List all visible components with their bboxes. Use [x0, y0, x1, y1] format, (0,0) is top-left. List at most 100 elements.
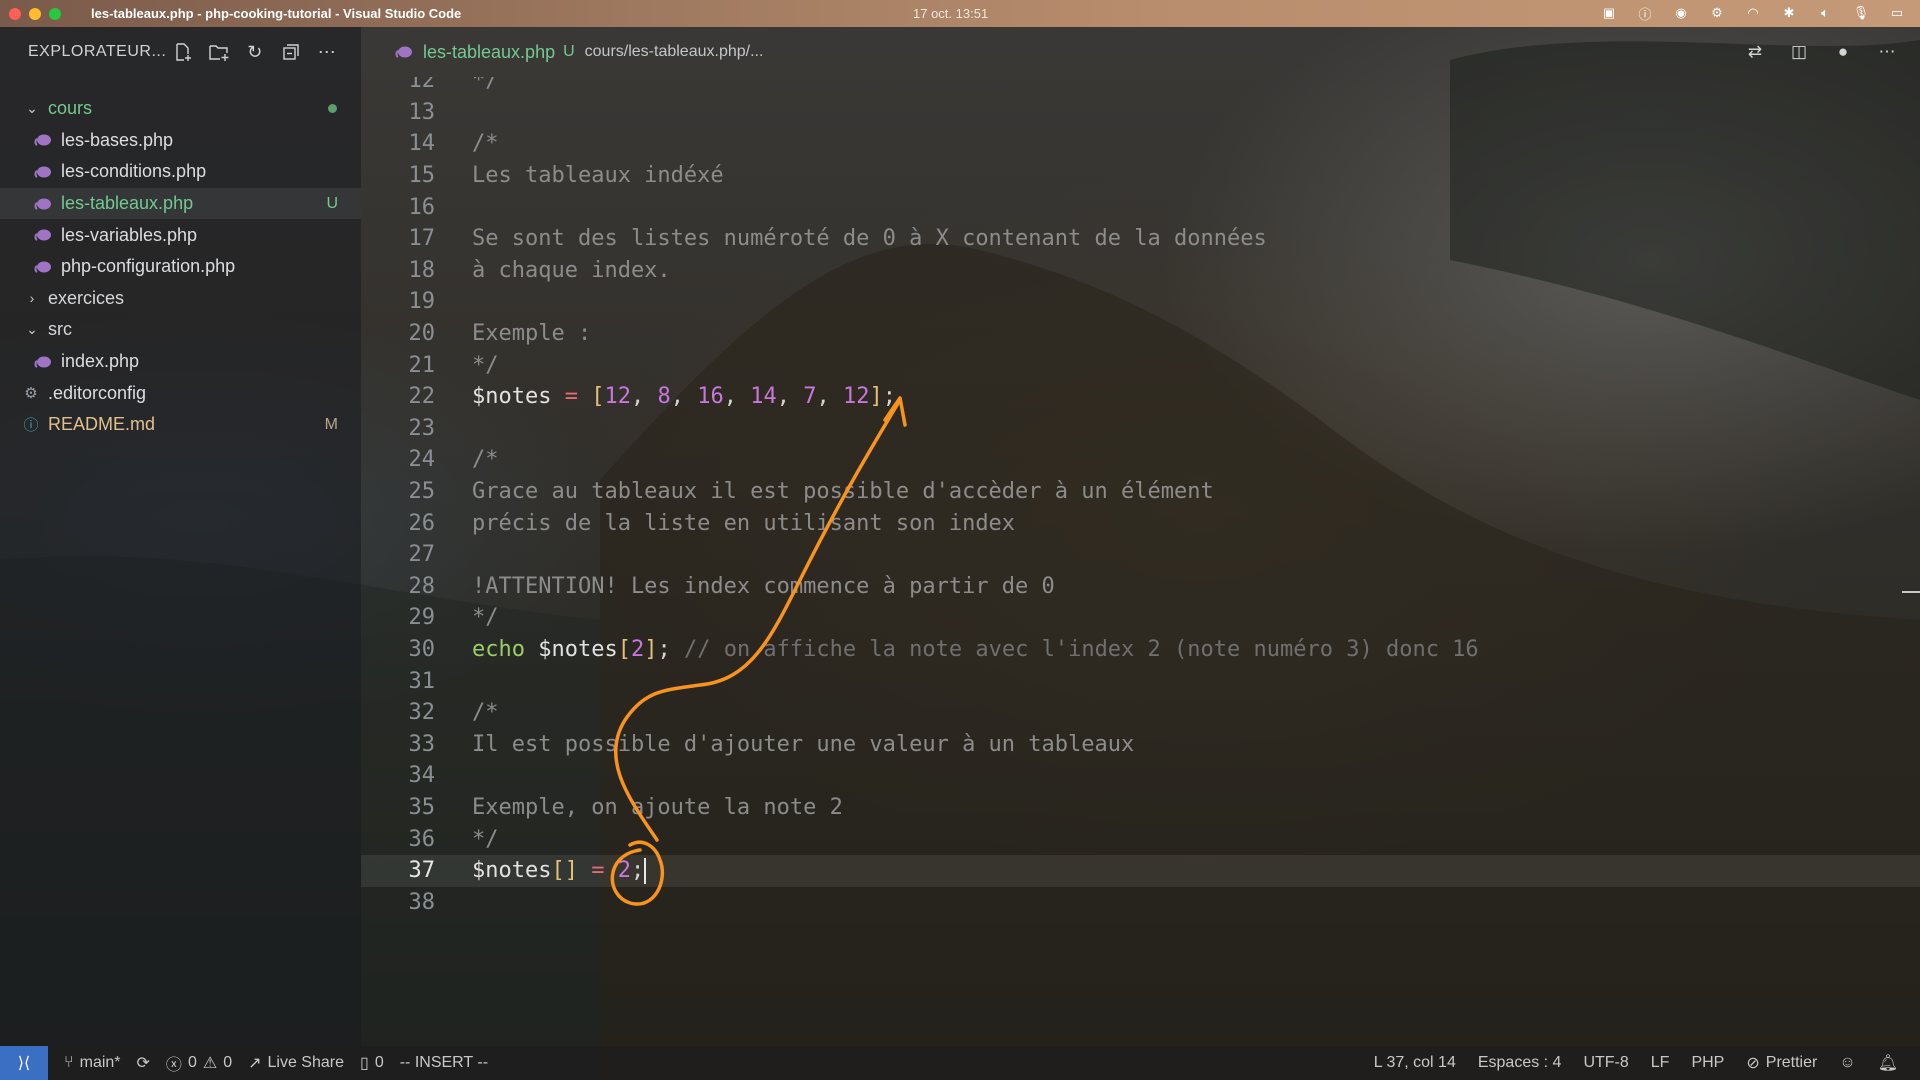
- sync-item[interactable]: ⟳: [137, 1053, 150, 1073]
- eol-item[interactable]: LF: [1651, 1054, 1670, 1072]
- error-icon: ⓧ: [165, 1057, 182, 1074]
- code-line[interactable]: 15 Les tableaux indéxé: [361, 160, 1920, 192]
- php-elephant-icon: [34, 229, 51, 242]
- app-status-icon[interactable]: ◉: [1672, 4, 1690, 22]
- indentation-label: Espaces : 4: [1477, 1054, 1562, 1071]
- wifi-icon[interactable]: ◠: [1744, 4, 1762, 22]
- folder-src[interactable]: ⌄ src: [0, 314, 361, 346]
- file-les-tableaux[interactable]: les-tableaux.php U: [0, 187, 361, 220]
- notifications-item[interactable]: 🔔︎: [1878, 1053, 1898, 1073]
- code-line[interactable]: 35 Exemple, on ajoute la note 2: [361, 792, 1920, 824]
- microphone-icon[interactable]: 🎙︎: [1852, 4, 1870, 22]
- eol-label: LF: [1650, 1054, 1670, 1071]
- code-line[interactable]: 17 Se sont des listes numéroté de 0 à X c…: [361, 223, 1920, 255]
- more-actions-icon[interactable]: ⋯: [1876, 41, 1898, 63]
- language-item[interactable]: PHP: [1691, 1054, 1724, 1072]
- line-number: 27: [408, 542, 436, 568]
- code-line[interactable]: 27: [361, 539, 1920, 571]
- editor-tab-les-tableaux[interactable]: les-tableaux.php U cours/les-tableaux.ph…: [395, 42, 763, 63]
- code-line[interactable]: 12 */: [361, 77, 1920, 97]
- info-app-icon[interactable]: ⓘ: [1636, 4, 1654, 22]
- php-elephant-icon: [34, 356, 51, 368]
- folder-cours[interactable]: ⌄ cours: [0, 93, 361, 125]
- file-index[interactable]: index.php: [0, 346, 361, 378]
- code-line[interactable]: 20 Exemple :: [361, 318, 1920, 350]
- code-line[interactable]: 30 echo $notes[2]; // on affiche la note …: [361, 634, 1920, 666]
- file-les-conditions[interactable]: les-conditions.php: [0, 156, 361, 188]
- code-line[interactable]: 36 */: [361, 823, 1920, 855]
- code-line[interactable]: 32 /*: [361, 697, 1920, 729]
- file-les-variables[interactable]: les-variables.php: [0, 219, 361, 251]
- encoding-item[interactable]: UTF-8: [1583, 1054, 1628, 1072]
- line-number: 22: [408, 384, 436, 410]
- code-token: $notes: [538, 637, 618, 663]
- line-number: 31: [408, 668, 436, 694]
- git-branch-item[interactable]: ⑂ main*: [64, 1054, 121, 1072]
- code-line[interactable]: 13: [361, 97, 1920, 129]
- more-actions-icon[interactable]: ⋯: [316, 41, 338, 63]
- code-token: 2: [630, 637, 645, 663]
- code-line[interactable]: 24 /*: [361, 444, 1920, 476]
- tab-breadcrumb-path[interactable]: cours/les-tableaux.php/...: [585, 43, 764, 61]
- code-line[interactable]: 14 /*: [361, 128, 1920, 160]
- live-share-item[interactable]: ↗ Live Share: [248, 1053, 344, 1073]
- code-line[interactable]: 18 à chaque index.: [361, 255, 1920, 287]
- code-text: */: [472, 826, 499, 852]
- file-label: les-conditions.php: [61, 161, 207, 182]
- compare-changes-icon[interactable]: ⇄: [1744, 41, 1766, 63]
- remote-indicator-icon[interactable]: ⟩⟨: [0, 1046, 48, 1080]
- code-line[interactable]: 23: [361, 413, 1920, 445]
- feedback-item[interactable]: ☺: [1839, 1054, 1855, 1072]
- file-php-configuration[interactable]: php-configuration.php: [0, 251, 361, 283]
- gear-icon: ⚙: [24, 385, 38, 403]
- code-token: ]: [869, 384, 883, 410]
- bluetooth-icon[interactable]: ✱: [1780, 4, 1798, 22]
- zoom-app-icon[interactable]: ▣: [1600, 4, 1618, 22]
- code-line[interactable]: 19: [361, 286, 1920, 318]
- code-line[interactable]: 37 $notes[] = 2;: [361, 855, 1920, 887]
- code-line[interactable]: 25 Grace au tableaux il est possible d'ac…: [361, 476, 1920, 508]
- file-les-bases[interactable]: les-bases.php: [0, 125, 361, 157]
- code-line[interactable]: 31: [361, 665, 1920, 697]
- code-line[interactable]: 38: [361, 887, 1920, 919]
- menubar-clock[interactable]: 17 oct. 13:51: [913, 6, 988, 21]
- volume-icon[interactable]: 🔈︎: [1816, 4, 1834, 22]
- file-editorconfig[interactable]: ⚙ .editorconfig: [0, 377, 361, 409]
- code-line[interactable]: 28 !ATTENTION! Les index commence à parti…: [361, 571, 1920, 603]
- explorer-title: EXPLORATEUR...: [28, 43, 167, 60]
- unsaved-dot-icon[interactable]: ●: [1832, 41, 1854, 63]
- folder-exercices[interactable]: › exercices: [0, 283, 361, 315]
- code-line[interactable]: 34: [361, 760, 1920, 792]
- settings-status-icon[interactable]: ⚙: [1708, 4, 1726, 22]
- new-file-icon[interactable]: [172, 41, 194, 63]
- split-editor-icon[interactable]: ◫: [1788, 41, 1810, 63]
- line-number: 28: [408, 573, 436, 599]
- status-bar: ⟩⟨ ⑂ main* ⟳ ⓧ 0 ⚠ 0 ↗ Live Share ▯ 0 --…: [0, 1046, 1920, 1080]
- code-text: Se sont des listes numéroté de 0 à X con…: [472, 226, 1267, 252]
- ports-count: 0: [374, 1054, 384, 1071]
- problems-item[interactable]: ⓧ 0 ⚠ 0: [166, 1051, 232, 1075]
- indentation-item[interactable]: Espaces : 4: [1478, 1054, 1562, 1072]
- ports-item[interactable]: ▯ 0: [360, 1053, 384, 1073]
- zoom-window-button[interactable]: [49, 7, 61, 20]
- file-readme[interactable]: ⓘ README.md M: [0, 409, 361, 441]
- git-branch-icon: ⑂: [64, 1054, 74, 1071]
- code-line[interactable]: 16: [361, 191, 1920, 223]
- collapse-all-icon[interactable]: [280, 41, 302, 63]
- code-line[interactable]: 21 */: [361, 349, 1920, 381]
- line-number: 34: [408, 763, 436, 789]
- close-window-button[interactable]: [9, 7, 21, 20]
- code-line[interactable]: 33 Il est possible d'ajouter une valeur à…: [361, 729, 1920, 761]
- text-cursor: [644, 857, 647, 884]
- minimize-window-button[interactable]: [29, 7, 41, 20]
- line-number: 18: [408, 257, 436, 283]
- refresh-icon[interactable]: ↻: [244, 41, 266, 63]
- code-line[interactable]: 22 $notes = [12, 8, 16, 14, 7, 12];: [361, 381, 1920, 413]
- code-line[interactable]: 26 précis de la liste en utilisant son in…: [361, 507, 1920, 539]
- code-editor[interactable]: 12 */ 13 14 /* 15 Les tableaux indéxé 16 17 Se so…: [361, 77, 1920, 1046]
- new-folder-icon[interactable]: [208, 41, 230, 63]
- battery-icon[interactable]: ▭: [1888, 4, 1906, 22]
- cursor-position-item[interactable]: L 37, col 14: [1374, 1054, 1456, 1072]
- prettier-item[interactable]: ⊘ Prettier: [1746, 1053, 1817, 1073]
- code-line[interactable]: 29 */: [361, 602, 1920, 634]
